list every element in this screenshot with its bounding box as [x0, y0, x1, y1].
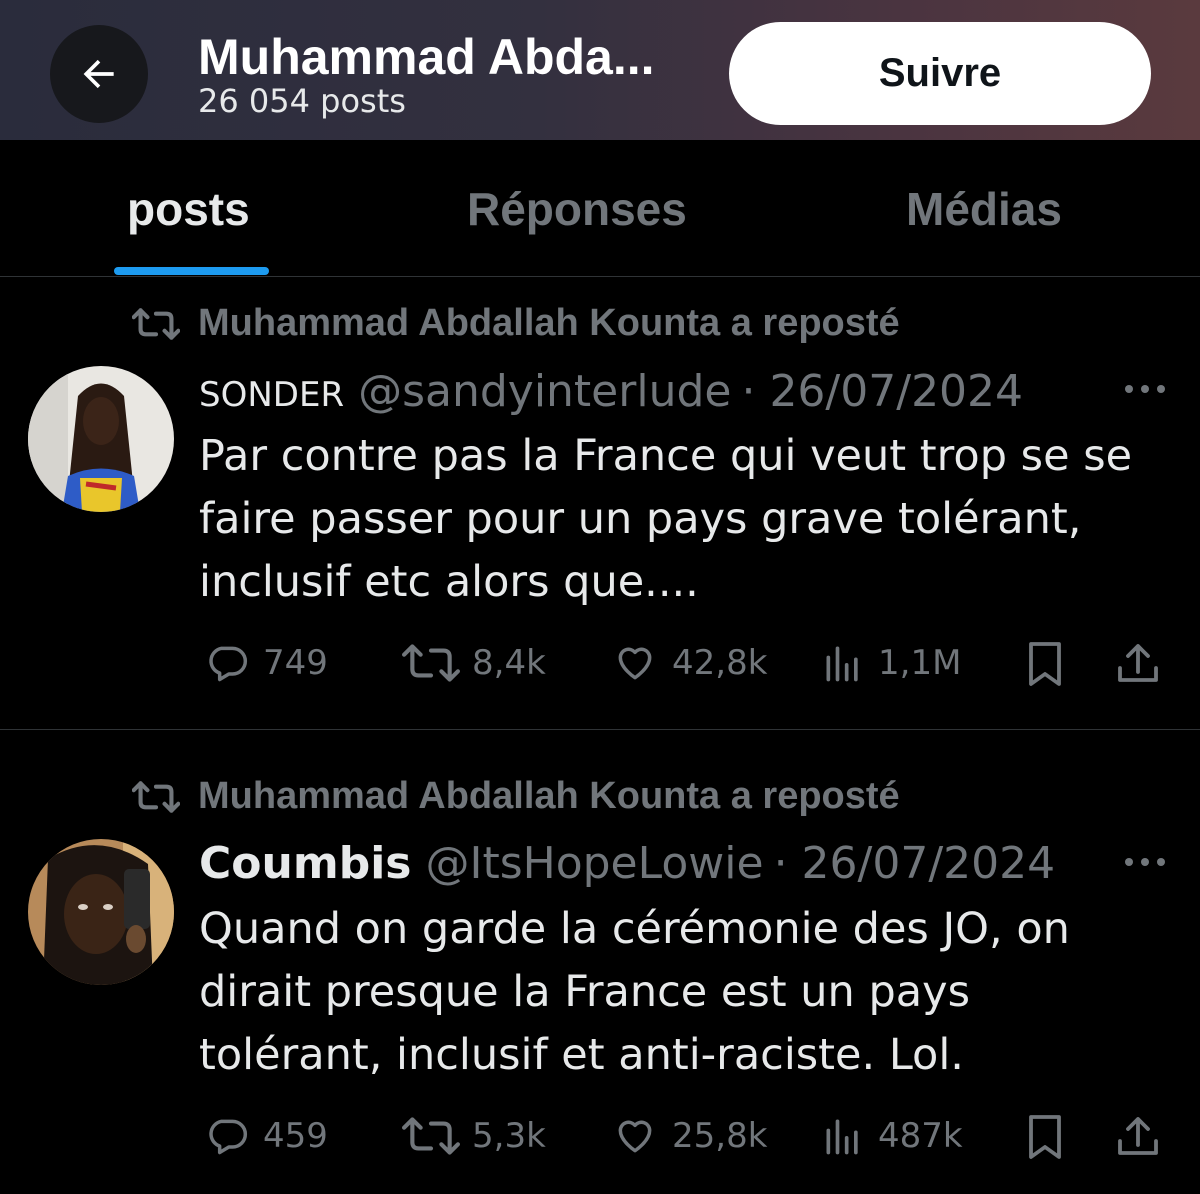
repost-icon [132, 307, 180, 340]
post-text-line: faire passer pour un pays grave tolérant… [199, 494, 1082, 544]
bookmark-icon[interactable] [1024, 1113, 1066, 1161]
repost-button[interactable]: 5,3k [402, 1111, 546, 1161]
reply-icon [209, 1119, 248, 1155]
analytics-icon [826, 646, 858, 682]
heart-icon [618, 1120, 652, 1153]
bookmark-icon[interactable] [1024, 640, 1066, 688]
post-count: 26 054 posts [198, 82, 406, 120]
repost-text: Muhammad Abdallah Kounta a reposté [198, 302, 900, 344]
post-date[interactable]: · 26/07/2024 [774, 838, 1056, 889]
like-count: 42,8k [672, 643, 768, 683]
profile-tabs: posts Réponses Médias [0, 140, 1200, 277]
post-actions: 749 8,4k 42,8k 1,1M [0, 638, 1200, 688]
reply-count: 749 [263, 643, 328, 683]
post-text-line: tolérant, inclusif et anti-raciste. Lol. [199, 1030, 964, 1080]
post-text-line: Quand on garde la cérémonie des JO, on [199, 904, 1070, 954]
repost-count: 8,4k [472, 643, 546, 683]
repost-indicator: Muhammad Abdallah Kounta a reposté [132, 775, 900, 818]
views-button[interactable]: 487k [820, 1111, 963, 1161]
repost-icon [402, 644, 460, 682]
reply-icon [209, 646, 248, 682]
follow-button[interactable]: Suivre [729, 22, 1151, 125]
repost-indicator: Muhammad Abdallah Kounta a reposté [132, 302, 900, 345]
repost-text: Muhammad Abdallah Kounta a reposté [198, 775, 900, 817]
avatar[interactable] [28, 366, 174, 512]
author-name[interactable]: Coumbis [199, 838, 411, 889]
more-options-icon[interactable] [1122, 382, 1168, 396]
reply-count: 459 [263, 1116, 328, 1156]
repost-icon [402, 1117, 460, 1155]
post-text: Quand on garde la cérémonie des JO, on d… [199, 898, 1159, 1087]
analytics-icon [826, 1119, 858, 1155]
avatar[interactable] [28, 839, 174, 985]
author-name[interactable]: SONDER [199, 375, 344, 415]
like-button[interactable]: 42,8k [610, 638, 767, 688]
share-icon[interactable] [1114, 640, 1162, 688]
reply-button[interactable]: 459 [203, 1111, 328, 1161]
views-button[interactable]: 1,1M [820, 638, 961, 688]
author-handle[interactable]: @sandyinterlude [358, 366, 731, 417]
profile-header: Muhammad Abda... 26 054 posts Suivre [0, 0, 1200, 140]
post-author-line: SONDER @sandyinterlude · 26/07/2024 [199, 366, 1023, 417]
heart-icon [618, 647, 652, 680]
profile-name: Muhammad Abda... [198, 29, 655, 85]
tab-posts[interactable]: posts [127, 182, 250, 236]
post-text: Par contre pas la France qui veut trop s… [199, 425, 1159, 614]
view-count: 487k [878, 1116, 963, 1156]
like-button[interactable]: 25,8k [610, 1111, 767, 1161]
post-text-line: Par contre pas la France qui veut trop s… [199, 431, 1133, 481]
author-handle[interactable]: @ItsHopeLowie [425, 838, 763, 889]
view-count: 1,1M [878, 643, 962, 683]
arrow-left-icon [83, 59, 114, 89]
post-actions: 459 5,3k 25,8k 487k [0, 1111, 1200, 1161]
post-author-line: Coumbis @ItsHopeLowie · 26/07/2024 [199, 838, 1055, 889]
post-divider [0, 729, 1200, 730]
repost-button[interactable]: 8,4k [402, 638, 546, 688]
post-date[interactable]: · 26/07/2024 [741, 366, 1023, 417]
back-button[interactable] [50, 25, 148, 123]
post-text-line: inclusif etc alors que.... [199, 557, 699, 607]
reply-button[interactable]: 749 [203, 638, 328, 688]
post-text-line: dirait presque la France est un pays [199, 967, 970, 1017]
like-count: 25,8k [672, 1116, 768, 1156]
tab-replies[interactable]: Réponses [467, 182, 687, 236]
active-tab-indicator [114, 267, 269, 275]
tab-media[interactable]: Médias [906, 182, 1062, 236]
share-icon[interactable] [1114, 1113, 1162, 1161]
repost-icon [132, 780, 180, 813]
repost-count: 5,3k [472, 1116, 546, 1156]
more-options-icon[interactable] [1122, 855, 1168, 869]
